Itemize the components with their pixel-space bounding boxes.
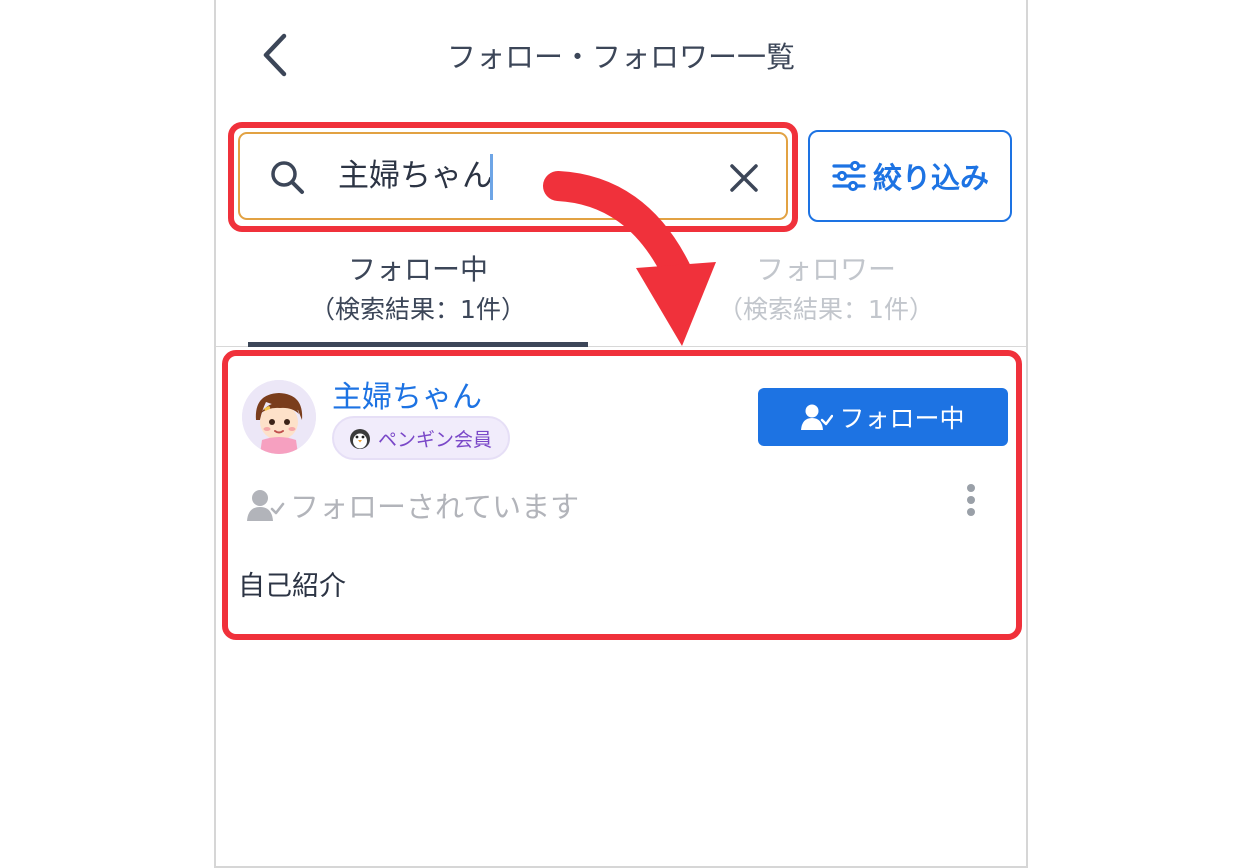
- followed-status: フォローされています: [246, 484, 579, 526]
- user-check-icon: [801, 404, 834, 430]
- more-options-icon[interactable]: [956, 480, 986, 524]
- app-screen: フォロー・フォロワー一覧 主婦ちゃん 絞り込み フォロー中 （検索結果：1件） …: [214, 0, 1028, 868]
- housewife-avatar-icon: [242, 380, 316, 454]
- tab-followers-label: フォロワー: [755, 253, 896, 286]
- search-icon: [268, 158, 308, 202]
- avatar[interactable]: [242, 380, 316, 454]
- filter-label: 絞り込み: [872, 161, 989, 195]
- member-badge-label: ペンギン会員: [378, 428, 493, 451]
- page-title: フォロー・フォロワー一覧: [446, 40, 795, 74]
- text-cursor: [490, 154, 493, 200]
- tab-following[interactable]: フォロー中 （検索結果：1件）: [248, 250, 588, 330]
- tab-following-count: （検索結果：1件）: [310, 295, 526, 324]
- close-icon[interactable]: [728, 162, 760, 198]
- filter-button[interactable]: 絞り込み: [808, 130, 1012, 222]
- search-field[interactable]: 主婦ちゃん: [238, 132, 788, 220]
- tab-followers-count: （検索結果：1件）: [718, 295, 934, 324]
- tab-following-label: フォロー中: [347, 253, 488, 286]
- followed-status-label: フォローされています: [290, 490, 580, 524]
- user-result-card: 主婦ちゃん ペンギン会員 フォロー中 フォローされています 自己紹介: [222, 350, 1022, 640]
- penguin-icon: [350, 429, 370, 449]
- search-input[interactable]: 主婦ちゃん: [338, 156, 493, 196]
- sliders-icon: [832, 160, 866, 192]
- user-check-icon: [247, 490, 285, 521]
- bio-label: 自己紹介: [238, 571, 346, 602]
- member-badge: ペンギン会員: [332, 416, 511, 460]
- user-name-link[interactable]: 主婦ちゃん: [332, 372, 482, 416]
- following-button-label: フォロー中: [839, 404, 965, 433]
- active-tab-indicator: [248, 342, 588, 347]
- tab-followers[interactable]: フォロワー （検索結果：1件）: [656, 250, 996, 330]
- tab-bar: フォロー中 （検索結果：1件） フォロワー （検索結果：1件）: [248, 250, 996, 346]
- following-button[interactable]: フォロー中: [758, 388, 1008, 446]
